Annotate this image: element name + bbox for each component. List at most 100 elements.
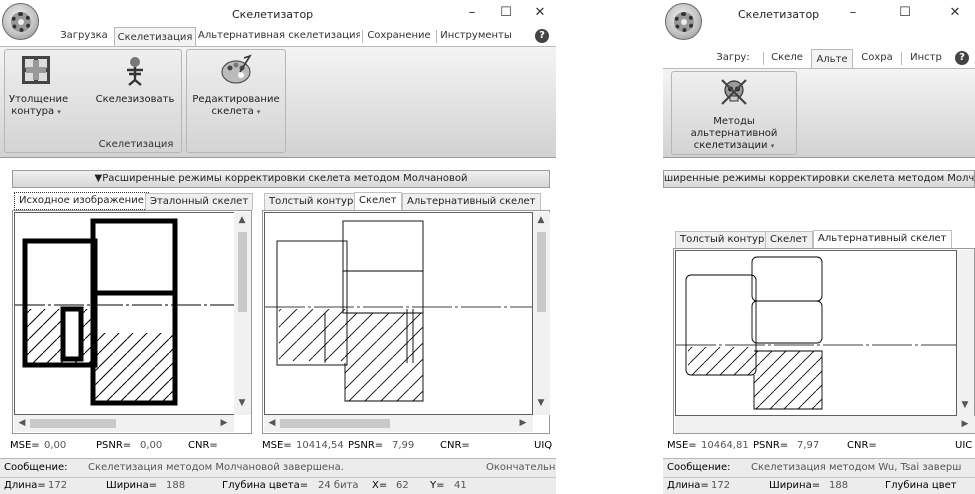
tab-skeletonization[interactable]: Скелетизация bbox=[114, 27, 196, 47]
skull-icon bbox=[721, 79, 747, 105]
horizontal-scrollbar[interactable]: ◀ ▶ bbox=[14, 415, 234, 432]
psnr-value: 7,97 bbox=[797, 440, 820, 451]
title-bar: Скелетизатор – ☐ ✕ bbox=[0, 0, 556, 26]
minimize-button[interactable]: – bbox=[462, 3, 482, 23]
width-label: Ширина= bbox=[769, 480, 821, 491]
x-label: X= bbox=[372, 480, 388, 491]
psnr-label: PSNR= bbox=[753, 440, 789, 451]
tab-thick-contour[interactable]: Толстый контур bbox=[675, 231, 770, 248]
scroll-thumb[interactable] bbox=[537, 232, 546, 312]
x-value: 62 bbox=[396, 480, 409, 491]
vertical-scrollbar[interactable]: ▲ ▼ bbox=[533, 212, 550, 415]
window-title: Скелетизатор bbox=[232, 8, 314, 21]
skeletonize-button[interactable]: Скелезизовать bbox=[93, 54, 177, 106]
chevron-down-icon[interactable]: ▼ bbox=[959, 400, 971, 410]
tab-reference-skeleton[interactable]: Эталонный скелет bbox=[145, 193, 254, 210]
chevron-right-icon[interactable]: ▶ bbox=[517, 418, 529, 428]
advanced-modes-bar[interactable]: ▼Расширенные режимы корректировки скелет… bbox=[12, 170, 550, 188]
thicken-label-2: контура ▾ bbox=[11, 106, 61, 117]
tab-alternative-skeleton[interactable]: Альтернативный скелет bbox=[402, 193, 541, 210]
cnr-label: CNR= bbox=[188, 440, 218, 451]
window-title: Скелетизатор bbox=[738, 8, 820, 21]
alt-methods-button[interactable]: Методы альтернативной скелетизации ▾ bbox=[674, 76, 794, 152]
help-icon[interactable]: ? bbox=[955, 51, 969, 65]
tab-save[interactable]: Сохранение bbox=[364, 26, 434, 46]
tab-save[interactable]: Сохра bbox=[855, 48, 899, 68]
tab-alt-skeletonization[interactable]: Альте bbox=[811, 49, 853, 69]
right-tabs: Толстый контур Скелет Альтернативный ске… bbox=[673, 230, 975, 248]
cnr-label: CNR= bbox=[440, 440, 470, 451]
mse-value: 10414,54 bbox=[296, 440, 344, 451]
message-text: Скелетизация методом Wu, Tsai заверш bbox=[751, 462, 962, 473]
chevron-down-icon[interactable]: ▼ bbox=[236, 398, 248, 408]
uiq-label: UIQ bbox=[534, 440, 553, 451]
chevron-left-icon[interactable]: ◀ bbox=[16, 418, 28, 428]
psnr-value: 0,00 bbox=[140, 440, 163, 451]
right-metrics: MSE= 10414,54 PSNR= 7,99 CNR= UIQ bbox=[262, 438, 554, 454]
source-image-panel: ▲ ▼ ◀ ▶ bbox=[12, 210, 252, 434]
alt-skeleton-panel: ▼ ▶ bbox=[673, 248, 975, 434]
maximize-button[interactable]: ☐ bbox=[496, 3, 516, 23]
title-bar: Скелетизатор – ☐ ✕ bbox=[663, 0, 975, 26]
alt-window: Скелетизатор – ☐ ✕ Загру: Скеле Альте Со… bbox=[663, 0, 975, 494]
chevron-right-icon[interactable]: ▶ bbox=[218, 418, 230, 428]
tab-tools[interactable]: Инстр bbox=[903, 48, 949, 68]
tab-alt-skeletonization[interactable]: Альтернативная скелетизация bbox=[198, 26, 360, 46]
tab-skeleton[interactable]: Скелет bbox=[765, 231, 813, 248]
depth-value: 24 бита bbox=[318, 480, 359, 491]
edit-group: Редактирование скелета ▾ bbox=[186, 49, 286, 153]
horizontal-scrollbar[interactable]: ▶ bbox=[675, 416, 975, 433]
tab-alternative-skeleton[interactable]: Альтернативный скелет bbox=[813, 230, 952, 248]
close-button[interactable]: ✕ bbox=[945, 3, 965, 23]
width-value: 188 bbox=[829, 480, 849, 491]
tab-thick-contour[interactable]: Толстый контур bbox=[264, 193, 359, 210]
minimize-button[interactable]: – bbox=[843, 3, 863, 23]
app-menu-button[interactable] bbox=[665, 3, 702, 40]
edit-label-2: скелета ▾ bbox=[211, 106, 261, 117]
uiq-label: UIC bbox=[955, 440, 973, 451]
tab-skeleton[interactable]: Скелет bbox=[354, 192, 402, 210]
skeleton-panel: ▲ ▼ ◀ ▶ bbox=[262, 210, 550, 434]
main-window: Скелетизатор – ☐ ✕ Загрузка Скелетизация… bbox=[0, 0, 556, 494]
advanced-modes-bar[interactable]: ширенные режимы корректировки скелета ме… bbox=[663, 170, 975, 188]
thicken-label: Утолщение bbox=[9, 94, 69, 105]
vertical-scrollbar[interactable]: ▲ ▼ bbox=[234, 212, 251, 415]
vertical-scrollbar[interactable]: ▼ bbox=[957, 250, 974, 416]
tab-tools[interactable]: Инструменты bbox=[438, 26, 514, 46]
horizontal-scrollbar[interactable]: ◀ ▶ bbox=[264, 415, 533, 432]
chevron-left-icon[interactable]: ◀ bbox=[266, 418, 278, 428]
ribbon-tabs: Загру: Скеле Альте Сохра Инстр bbox=[663, 48, 975, 69]
ribbon: Методы альтернативной скелетизации ▾ bbox=[663, 68, 975, 158]
scroll-thumb[interactable] bbox=[238, 232, 247, 312]
depth-label: Глубина цвет bbox=[885, 480, 957, 491]
chevron-down-icon[interactable]: ▼ bbox=[535, 398, 547, 408]
length-value: 172 bbox=[48, 480, 68, 491]
close-button[interactable]: ✕ bbox=[530, 3, 550, 23]
chevron-up-icon[interactable]: ▲ bbox=[236, 215, 248, 225]
skeleton-group: Утолщение контура ▾ Скелезизовать Скелет… bbox=[4, 49, 182, 153]
maximize-button[interactable]: ☐ bbox=[895, 3, 915, 23]
chevron-up-icon[interactable]: ▲ bbox=[535, 215, 547, 225]
tab-load[interactable]: Загрузка bbox=[56, 26, 112, 46]
left-metrics: MSE= 0,00 PSNR= 0,00 CNR= bbox=[10, 438, 254, 454]
help-icon[interactable]: ? bbox=[535, 29, 549, 43]
status-message-row: Сообщение: Скелетизация методом Wu, Tsai… bbox=[667, 460, 975, 476]
app-menu-button[interactable] bbox=[2, 3, 39, 40]
edit-skeleton-button[interactable]: Редактирование скелета ▾ bbox=[189, 54, 283, 118]
status-bar: Сообщение: Скелетизация методом Молчанов… bbox=[0, 458, 556, 494]
tab-source-image[interactable]: Исходное изображение bbox=[14, 192, 149, 210]
chevron-right-icon[interactable]: ▶ bbox=[959, 419, 971, 429]
thicken-contour-button[interactable]: Утолщение контура ▾ bbox=[9, 54, 69, 118]
skeleton-icon bbox=[127, 57, 143, 86]
gear-icon bbox=[11, 12, 31, 32]
chevron-down-icon: ▾ bbox=[256, 108, 261, 116]
length-value: 172 bbox=[711, 480, 731, 491]
mse-value: 0,00 bbox=[44, 440, 67, 451]
skeletonize-label: Скелезизовать bbox=[95, 94, 175, 105]
tab-load[interactable]: Загру: bbox=[705, 48, 761, 68]
scroll-thumb[interactable] bbox=[280, 419, 390, 428]
tab-skeletonization[interactable]: Скеле bbox=[765, 48, 809, 68]
y-value: 41 bbox=[454, 480, 467, 491]
tab-separator bbox=[763, 52, 764, 65]
scroll-thumb[interactable] bbox=[30, 419, 116, 428]
